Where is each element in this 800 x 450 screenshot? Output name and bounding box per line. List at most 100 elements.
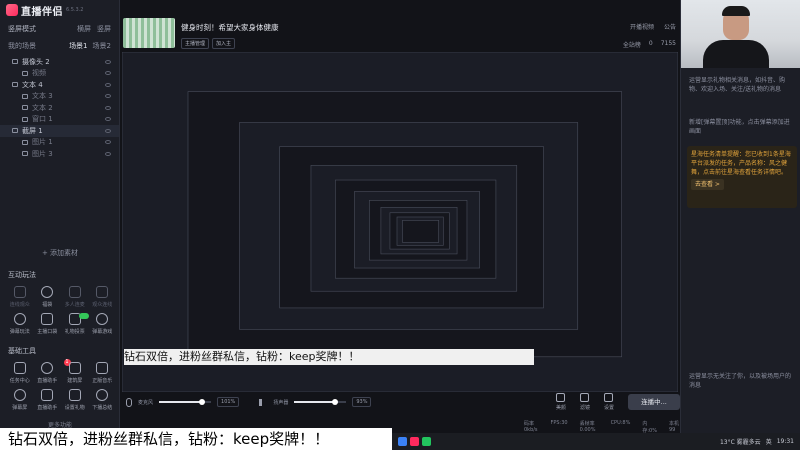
source-type-icon <box>22 105 28 111</box>
weather[interactable]: 13°C 雾霾多云 <box>720 437 761 446</box>
tool-button[interactable]: 任务中心 <box>6 362 34 384</box>
tool-label: 建筑屏 <box>67 378 83 384</box>
mic-volume-slider[interactable] <box>159 399 212 405</box>
stream-title[interactable]: 健身时刻！希望大家身体健康 <box>181 22 279 33</box>
tool-label: 正版音乐 <box>92 378 113 384</box>
settings-button[interactable]: 设置 <box>604 393 614 411</box>
tag-manager[interactable]: 主播管理 <box>181 38 210 49</box>
visibility-icon[interactable] <box>105 105 111 110</box>
visibility-icon[interactable] <box>105 128 111 133</box>
visibility-icon[interactable] <box>105 140 111 145</box>
speaker-volume-slider[interactable] <box>294 399 347 405</box>
source-item[interactable]: 文本 3 <box>0 91 119 103</box>
visibility-icon[interactable] <box>105 71 111 76</box>
visibility-icon[interactable] <box>105 151 111 156</box>
audio-bar: 麦克风 101% 扬声器 93% 美颜 滤镜 设置 连播中... <box>126 390 680 414</box>
clock[interactable]: 19:31 <box>777 438 794 445</box>
mode-portrait-button[interactable]: 竖屏 <box>97 24 111 34</box>
tool-button[interactable]: 正版音乐 <box>89 362 117 384</box>
brand: 直播伴侣 6.5.3.2 <box>0 0 119 20</box>
tool-button[interactable]: 福袋 <box>34 286 62 308</box>
tool-label: 直播助手 <box>37 405 58 411</box>
source-label: 图片 3 <box>32 149 53 158</box>
chat-message: 运营显示礼物相关消息，如抖音、购物、欢迎入场、关注/送礼物的消息 <box>689 77 786 93</box>
microphone-icon[interactable] <box>126 397 132 407</box>
app-logo-icon <box>6 4 18 16</box>
tool-button[interactable]: 弹幕玩法 <box>6 313 34 335</box>
stream-preview[interactable]: 钻石双倍，进粉丝群私信，钻粉：keep奖牌！！ <box>122 52 678 392</box>
stream-header: 健身时刻！希望大家身体健康 主播管理 加入主 <box>123 18 678 50</box>
source-label: 图片 1 <box>32 138 53 147</box>
source-item[interactable]: 摄像头 2 <box>0 56 119 68</box>
tool-icon <box>68 389 81 401</box>
tool-button[interactable]: 礼物投票 <box>61 313 89 335</box>
input-language[interactable]: 英 <box>766 437 772 446</box>
source-type-icon <box>12 128 18 134</box>
tool-label: 下播总结 <box>92 405 113 411</box>
source-list: 摄像头 2 视频 文本 4 文本 3 文本 2 窗口 1 截屏 1 图片 1 图片 3 <box>0 54 119 162</box>
tab-scene-2[interactable]: 场景2 <box>93 41 111 51</box>
visibility-icon[interactable] <box>105 117 111 122</box>
source-type-icon <box>12 82 18 88</box>
announcement-button[interactable]: 公告 <box>664 22 676 31</box>
browser-icon[interactable] <box>398 437 407 446</box>
source-item[interactable]: 截屏 1 <box>0 125 119 137</box>
mode-landscape-button[interactable]: 横屏 <box>77 24 91 34</box>
wechat-icon[interactable] <box>422 437 431 446</box>
tab-scene-1[interactable]: 场景1 <box>69 41 87 51</box>
preview-ticker-text: 钻石双倍，进粉丝群私信，钻粉：keep奖牌！！ <box>124 349 534 365</box>
tool-button[interactable]: 主播口袋 <box>34 313 62 335</box>
source-item[interactable]: 图片 1 <box>0 137 119 149</box>
tool-icon <box>41 389 54 401</box>
visibility-icon[interactable] <box>105 82 111 87</box>
source-item[interactable]: 文本 4 <box>0 79 119 91</box>
livestream-app-icon[interactable] <box>410 437 419 446</box>
add-source-button[interactable]: + 添加素材 <box>0 248 120 258</box>
status-item: 码率0kb/s <box>524 421 538 433</box>
view-task-link[interactable]: 去查看 > <box>691 179 724 190</box>
tag-join[interactable]: 加入主 <box>212 38 236 49</box>
live-button[interactable]: 连播中... <box>628 394 680 410</box>
task-reminder: 星海任务清单提醒：您已收到1条星海平台派发的任务，产品名称：风之健舞，点击前往星… <box>687 146 797 208</box>
basic-tools-title: 基础工具 <box>8 347 36 355</box>
tool-label: 连线观众 <box>9 302 30 308</box>
visibility-icon[interactable] <box>105 94 111 99</box>
main-area: 健身时刻！希望大家身体健康 主播管理 加入主 开播视频 公告 全站榜 0 715… <box>120 0 680 450</box>
likes-count: 0 <box>648 40 653 47</box>
chat-message: 新增[弹幕置顶]功能，点击弹幕添加进画面 <box>689 119 790 135</box>
tool-button[interactable]: 连线观众 <box>6 286 34 308</box>
source-item[interactable]: 视频 <box>0 68 119 80</box>
status-item: 本机 99 <box>668 421 679 433</box>
rank-button[interactable]: 全站榜 <box>623 40 641 49</box>
tool-toggle[interactable] <box>79 313 89 319</box>
mic-label: 麦克风 <box>138 399 154 406</box>
tool-button[interactable]: 多人连麦 <box>61 286 89 308</box>
source-item[interactable]: 文本 2 <box>0 102 119 114</box>
camera-preview[interactable] <box>681 0 800 68</box>
stream-cover[interactable] <box>123 18 175 48</box>
tool-button[interactable]: 直播助手 <box>34 389 62 411</box>
header-actions: 开播视频 公告 <box>630 22 676 31</box>
beauty-button[interactable]: 美颜 <box>556 393 566 411</box>
filter-button[interactable]: 滤镜 <box>580 393 590 411</box>
tool-button[interactable]: 弹幕游戏 <box>89 313 117 335</box>
mic-volume-value[interactable]: 101% <box>217 397 240 407</box>
tool-button[interactable]: 直播助手 1 <box>34 359 71 384</box>
tool-button[interactable]: 观众连线 <box>89 286 117 308</box>
source-type-icon <box>22 116 28 122</box>
tool-button[interactable]: 弹幕屏 <box>6 389 34 411</box>
visibility-icon[interactable] <box>105 59 111 64</box>
start-video-button[interactable]: 开播视频 <box>630 22 654 31</box>
source-item[interactable]: 窗口 1 <box>0 114 119 126</box>
tool-button[interactable]: 设置礼物 <box>61 389 89 411</box>
tool-icon <box>68 362 81 374</box>
speaker-icon[interactable] <box>259 398 267 406</box>
tool-icon <box>13 362 26 374</box>
source-item[interactable]: 图片 3 <box>0 148 119 160</box>
tool-label: 礼物投票 <box>64 329 85 335</box>
tool-button[interactable]: 建筑屏 <box>61 362 89 384</box>
speaker-volume-value[interactable]: 93% <box>352 397 372 407</box>
tool-button[interactable]: 下播总结 <box>89 389 117 411</box>
source-label: 截屏 1 <box>22 126 43 135</box>
mode-selector[interactable]: 竖屏模式 <box>8 24 36 34</box>
